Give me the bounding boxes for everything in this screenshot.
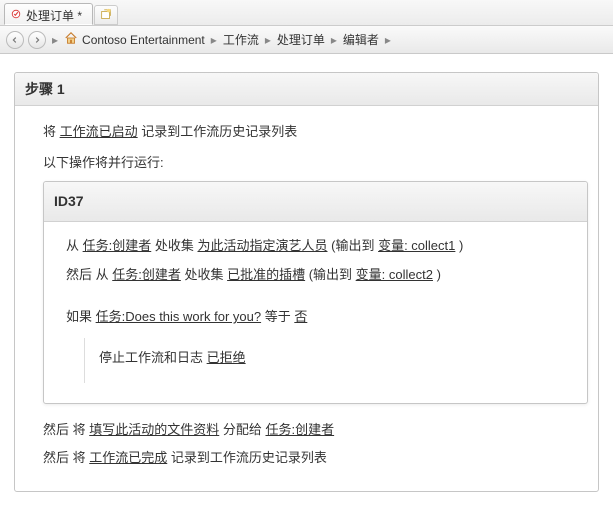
chevron-right-icon: ▸: [265, 33, 271, 47]
action-collect-2[interactable]: 然后 从 任务:创建者 处收集 已批准的插槽 (输出到 变量: collect2…: [66, 263, 577, 288]
home-icon: [64, 31, 78, 48]
breadcrumb-level1[interactable]: 工作流: [223, 31, 259, 48]
link-workflow-started[interactable]: 工作流已启动: [60, 124, 138, 139]
tab-check-icon: [11, 8, 21, 22]
link-value-no[interactable]: 否: [294, 309, 307, 324]
action-stop-workflow[interactable]: 停止工作流和日志 已拒绝: [99, 346, 577, 371]
workflow-editor: 步骤 1 将 工作流已启动 记录到工作流历史记录列表 以下操作将并行运行: ID…: [0, 54, 613, 506]
parallel-block: ID37 从 任务:创建者 处收集 为此活动指定演艺人员 (输出到 变量: co…: [43, 181, 588, 403]
chevron-right-icon: ▸: [211, 33, 217, 47]
link-task-question[interactable]: 任务:Does this work for you?: [96, 309, 261, 324]
breadcrumb-site[interactable]: Contoso Entertainment: [82, 33, 205, 47]
link-var-collect1[interactable]: 变量: collect1: [378, 238, 455, 253]
action-log-start[interactable]: 将 工作流已启动 记录到工作流历史记录列表: [43, 120, 588, 145]
new-tab-icon: [99, 8, 113, 22]
link-assign-performer[interactable]: 为此活动指定演艺人员: [197, 238, 327, 253]
nav-back-button[interactable]: [6, 31, 24, 49]
condition-block: 如果 任务:Does this work for you? 等于 否 停止工作流…: [66, 305, 577, 382]
chevron-right-icon: ▸: [385, 33, 391, 47]
chevron-right-icon: ▸: [52, 33, 58, 47]
condition-line[interactable]: 如果 任务:Does this work for you? 等于 否: [66, 305, 577, 330]
parallel-block-body: 从 任务:创建者 处收集 为此活动指定演艺人员 (输出到 变量: collect…: [44, 222, 587, 403]
breadcrumb-level2[interactable]: 处理订单: [277, 31, 325, 48]
link-task-creator-2[interactable]: 任务:创建者: [112, 267, 181, 282]
breadcrumb-level3[interactable]: 编辑者: [343, 31, 379, 48]
chevron-right-icon: ▸: [331, 33, 337, 47]
link-fill-docs[interactable]: 填写此活动的文件资料: [89, 422, 219, 437]
condition-body: 停止工作流和日志 已拒绝: [84, 338, 577, 383]
new-tab-button[interactable]: [94, 5, 118, 25]
link-approved-slot[interactable]: 已批准的插槽: [227, 267, 305, 282]
parallel-block-title[interactable]: ID37: [44, 182, 587, 222]
link-var-collect2[interactable]: 变量: collect2: [356, 267, 433, 282]
tab-title: 处理订单 *: [26, 7, 82, 24]
nav-forward-button[interactable]: [28, 31, 46, 49]
step-header[interactable]: 步骤 1: [15, 73, 598, 106]
tab-active[interactable]: 处理订单 *: [4, 3, 93, 25]
link-workflow-complete[interactable]: 工作流已完成: [89, 450, 167, 465]
arrow-right-icon: [33, 36, 41, 44]
nav-bar: ▸ Contoso Entertainment ▸ 工作流 ▸ 处理订单 ▸ 编…: [0, 26, 613, 54]
parallel-label: 以下操作将并行运行:: [43, 151, 588, 176]
link-task-creator-1[interactable]: 任务:创建者: [83, 238, 152, 253]
step-container: 步骤 1 将 工作流已启动 记录到工作流历史记录列表 以下操作将并行运行: ID…: [14, 72, 599, 492]
action-assign-docs[interactable]: 然后 将 填写此活动的文件资料 分配给 任务:创建者: [43, 418, 588, 443]
step-body: 将 工作流已启动 记录到工作流历史记录列表 以下操作将并行运行: ID37 从 …: [15, 106, 598, 491]
action-collect-1[interactable]: 从 任务:创建者 处收集 为此活动指定演艺人员 (输出到 变量: collect…: [66, 234, 577, 259]
link-task-creator-3[interactable]: 任务:创建者: [265, 422, 334, 437]
link-rejected[interactable]: 已拒绝: [207, 350, 246, 365]
arrow-left-icon: [11, 36, 19, 44]
tab-bar: 处理订单 *: [0, 0, 613, 26]
action-log-complete[interactable]: 然后 将 工作流已完成 记录到工作流历史记录列表: [43, 446, 588, 471]
